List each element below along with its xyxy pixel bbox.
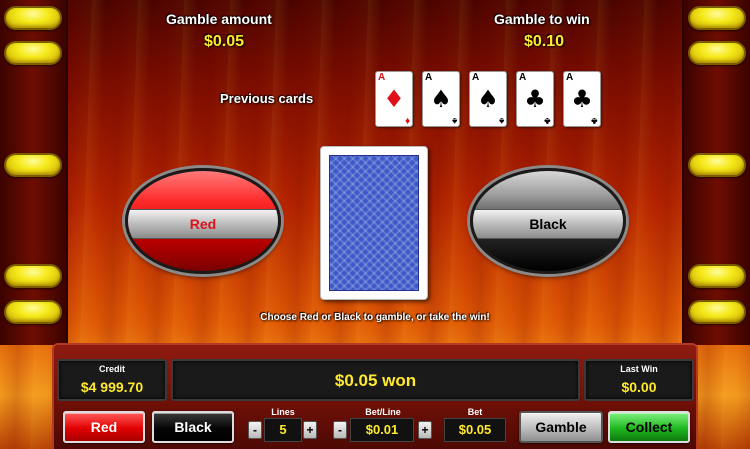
payline-indicator — [688, 264, 746, 288]
card-rank: A — [519, 72, 527, 83]
bet-line-decrease-button[interactable]: - — [333, 421, 347, 439]
spade-icon: ♠ — [477, 85, 499, 113]
choose-red-button[interactable]: Red — [125, 168, 281, 274]
card-suit-corner: ♣ — [591, 115, 598, 126]
last-win-label: Last Win — [620, 364, 658, 374]
spade-icon: ♠ — [430, 85, 452, 113]
lines-decrease-button[interactable]: - — [248, 421, 262, 439]
credit-value: $4 999.70 — [80, 379, 144, 395]
card-suit-corner: ♣ — [544, 115, 551, 126]
collect-button[interactable]: Collect — [608, 411, 690, 443]
previous-card: A ♣ ♣ — [516, 71, 554, 127]
face-down-card — [320, 146, 428, 300]
instruction-text: Choose Red or Black to gamble, or take t… — [260, 312, 490, 323]
win-message-display: $0.05 won — [171, 359, 580, 401]
bet-label: Bet — [467, 407, 483, 417]
diamond-icon: ♦ — [383, 85, 405, 113]
previous-card: A ♣ ♣ — [563, 71, 601, 127]
bet-line-label: Bet/Line — [365, 407, 401, 417]
choose-black-label: Black — [473, 209, 623, 239]
payline-indicator — [4, 6, 62, 30]
payline-indicator — [688, 41, 746, 65]
gamble-amount-label: Gamble amount — [166, 11, 272, 27]
bet-value: $0.05 — [444, 418, 506, 442]
payline-indicator — [4, 153, 62, 177]
black-button[interactable]: Black — [152, 411, 234, 443]
bet-line-increase-button[interactable]: + — [418, 421, 432, 439]
card-suit-corner: ♠ — [498, 115, 504, 126]
card-suit-corner: ♠ — [451, 115, 457, 126]
payline-indicator — [4, 264, 62, 288]
previous-card: A ♦ ♦ — [375, 71, 413, 127]
gamble-amount-value: $0.05 — [204, 33, 245, 50]
previous-cards-label: Previous cards — [220, 91, 314, 106]
lines-value: 5 — [264, 418, 302, 442]
card-rank: A — [472, 72, 480, 83]
last-win-display: Last Win $0.00 — [584, 359, 694, 401]
gamble-to-win-label: Gamble to win — [494, 11, 590, 27]
choose-red-label: Red — [128, 209, 278, 239]
win-message: $0.05 won — [334, 371, 417, 390]
credit-display: Credit $4 999.70 — [57, 359, 167, 401]
card-rank: A — [378, 72, 386, 83]
last-win-value: $0.00 — [621, 379, 657, 395]
card-rank: A — [425, 72, 433, 83]
credit-label: Credit — [98, 364, 125, 374]
gamble-to-win-value: $0.10 — [524, 33, 565, 50]
lines-increase-button[interactable]: + — [303, 421, 317, 439]
club-icon: ♣ — [524, 85, 546, 113]
previous-card: A ♠ ♠ — [422, 71, 460, 127]
previous-card: A ♠ ♠ — [469, 71, 507, 127]
card-back-pattern — [329, 155, 419, 291]
bet-line-value: $0.01 — [350, 418, 414, 442]
club-icon: ♣ — [571, 85, 593, 113]
card-rank: A — [566, 72, 574, 83]
lines-label: Lines — [271, 407, 295, 417]
card-suit-corner: ♦ — [404, 115, 410, 126]
payline-indicator — [688, 6, 746, 30]
payline-indicator — [4, 41, 62, 65]
choose-black-button[interactable]: Black — [470, 168, 626, 274]
gamble-button[interactable]: Gamble — [519, 411, 603, 443]
red-button[interactable]: Red — [63, 411, 145, 443]
payline-indicator — [688, 153, 746, 177]
